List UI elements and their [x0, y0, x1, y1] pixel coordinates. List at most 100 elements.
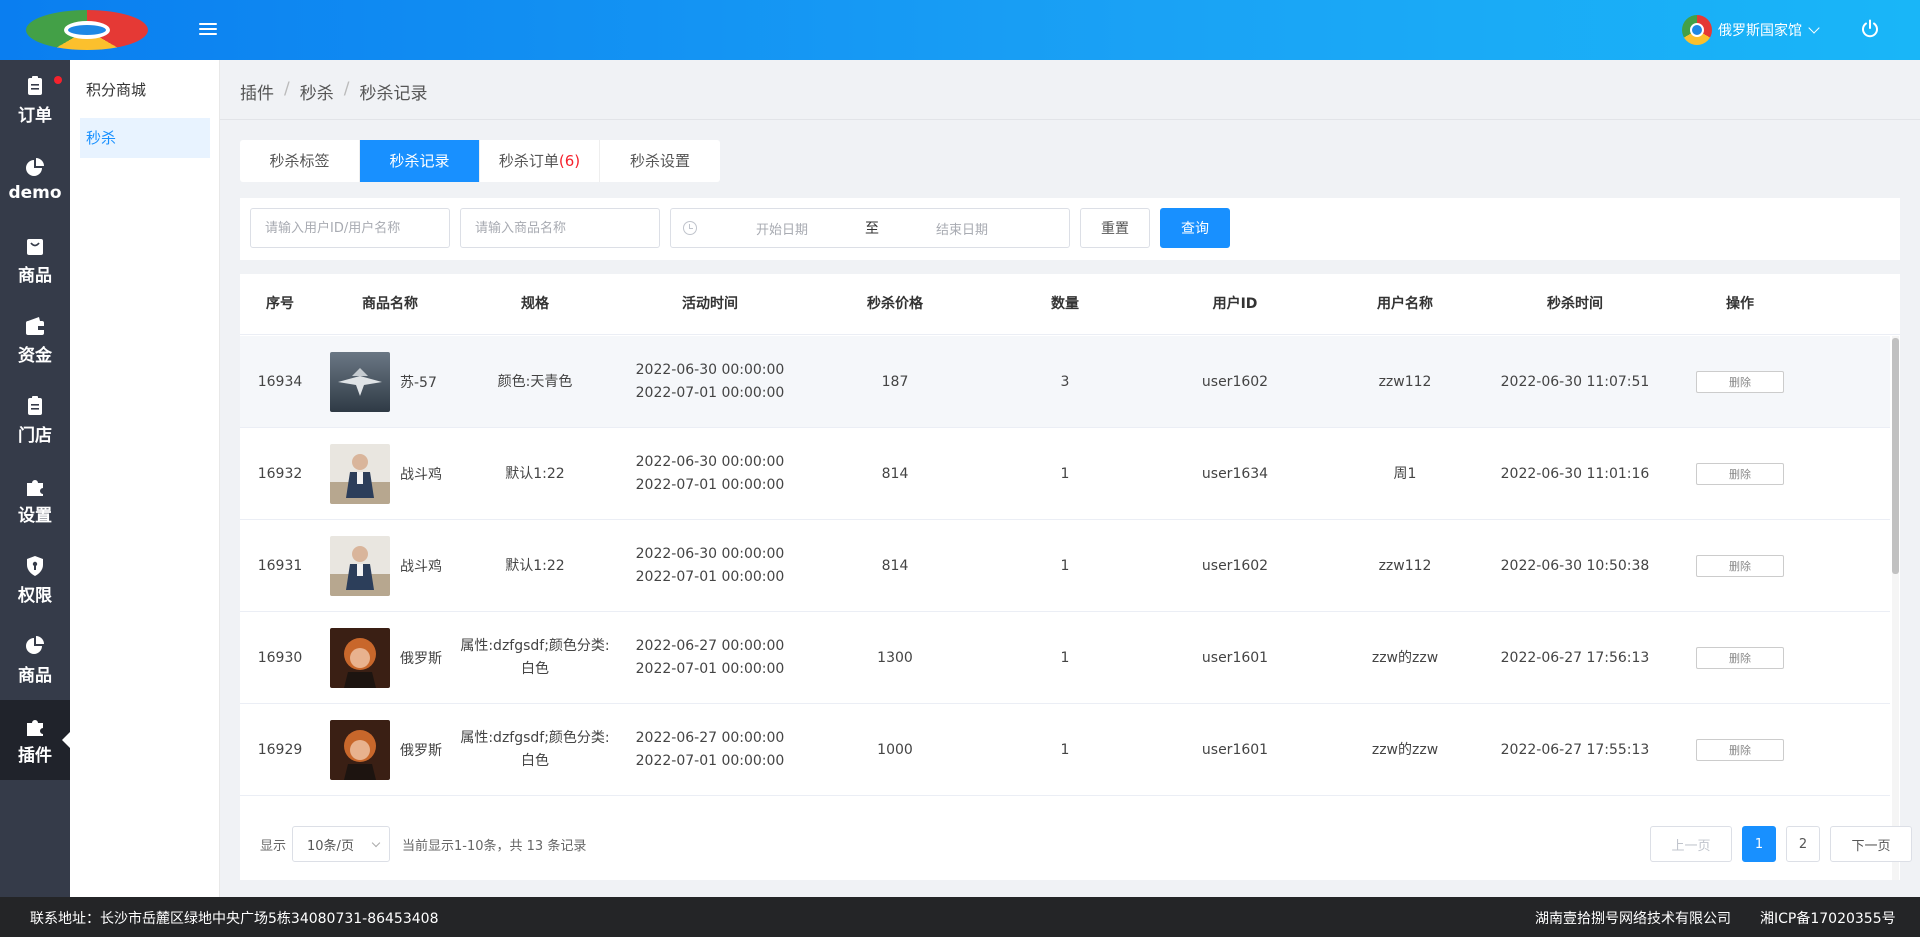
- nav-label: 资金: [18, 345, 52, 366]
- subnav-item-flash-sale[interactable]: 秒杀: [80, 118, 210, 158]
- user-menu[interactable]: 俄罗斯国家馆: [1682, 14, 1820, 46]
- tab-flash-orders[interactable]: 秒杀订单(6): [480, 140, 600, 182]
- delete-button[interactable]: 删除: [1696, 463, 1784, 485]
- subnav-item-points-mall[interactable]: 积分商城: [80, 70, 210, 110]
- product-thumbnail: [330, 352, 390, 412]
- date-range-separator: 至: [865, 221, 879, 237]
- query-button[interactable]: 查询: [1160, 208, 1230, 248]
- activity-start: 2022-06-27 00:00:00: [635, 638, 785, 654]
- clock-icon: [683, 221, 697, 235]
- row-user-name: zzw的zzw: [1371, 649, 1439, 666]
- row-activity-time: 2022-06-30 00:00:00 2022-07-01 00:00:00: [610, 428, 810, 520]
- nav-item-plugins[interactable]: 插件: [0, 700, 70, 780]
- column-header: 用户名称: [1377, 296, 1433, 312]
- table-header: 序号 商品名称 规格 活动时间 秒杀价格 数量 用户ID 用户名称 秒杀时间 操…: [240, 274, 1900, 335]
- user-name: 俄罗斯国家馆: [1718, 23, 1802, 39]
- table-row: 16930 俄罗斯 属性:dzfgsdf;颜色分类:白色 2022-06-27 …: [240, 612, 1890, 704]
- row-user-name: zzw112: [1378, 373, 1432, 390]
- tab-flash-labels[interactable]: 秒杀标签: [240, 140, 360, 182]
- row-price: 814: [881, 465, 909, 482]
- row-activity-time: 2022-06-30 00:00:00 2022-07-01 00:00:00: [610, 520, 810, 612]
- row-qty: 1: [1060, 557, 1070, 574]
- menu-toggle-icon[interactable]: [199, 20, 217, 40]
- nav-item-products-2[interactable]: 商品: [0, 620, 70, 700]
- pagination-info: 显示 10条/页 当前显示1-10条，共 13 条记录: [260, 826, 586, 862]
- tab-flash-records[interactable]: 秒杀记录: [360, 140, 480, 182]
- row-id: 16931: [257, 557, 303, 574]
- nav-label: 商品: [18, 265, 52, 286]
- row-price: 814: [881, 557, 909, 574]
- pie-chart-icon: [26, 158, 44, 176]
- nav-label: 设置: [18, 505, 52, 526]
- tab-flash-settings[interactable]: 秒杀设置: [600, 140, 720, 182]
- tab-label: 秒杀订单: [498, 152, 559, 170]
- chevron-down-icon: [371, 838, 381, 848]
- records-table: 序号 商品名称 规格 活动时间 秒杀价格 数量 用户ID 用户名称 秒杀时间 操…: [240, 274, 1900, 880]
- prev-page-button[interactable]: 上一页: [1650, 826, 1732, 862]
- row-activity-time: 2022-06-30 00:00:00 2022-07-01 00:00:00: [610, 336, 810, 428]
- product-thumbnail: [330, 720, 390, 780]
- next-page-button[interactable]: 下一页: [1830, 826, 1912, 862]
- row-qty: 1: [1060, 649, 1070, 666]
- row-activity-time: 2022-06-27 00:00:00 2022-07-01 00:00:00: [610, 704, 810, 796]
- nav-label: 订单: [18, 105, 52, 126]
- column-header: 商品名称: [362, 296, 418, 312]
- row-user-name: 周1: [1393, 465, 1417, 482]
- footer: 联系地址：长沙市岳麓区绿地中央广场5栋34080731-86453408 湖南壹…: [0, 897, 1920, 937]
- nav-item-settings[interactable]: 设置: [0, 460, 70, 540]
- breadcrumb: 插件 / 秒杀 / 秒杀记录: [240, 79, 427, 104]
- row-id: 16930: [257, 649, 303, 666]
- page-button-2[interactable]: 2: [1786, 826, 1820, 862]
- table-scrollbar-thumb[interactable]: [1892, 338, 1899, 574]
- product-search-input[interactable]: [460, 208, 660, 248]
- product-thumbnail: [330, 444, 390, 504]
- nav-label: 插件: [18, 745, 52, 766]
- activity-end: 2022-07-01 00:00:00: [635, 569, 785, 585]
- pagination-summary: 当前显示1-10条，共 13 条记录: [402, 838, 587, 854]
- product-name: 战斗鸡: [400, 467, 442, 483]
- user-search-input[interactable]: [250, 208, 450, 248]
- power-icon[interactable]: [1860, 19, 1880, 39]
- show-label: 显示: [260, 838, 287, 854]
- wallet-icon: [26, 316, 44, 335]
- nav-item-stores[interactable]: 门店: [0, 380, 70, 460]
- breadcrumb-item[interactable]: 秒杀: [300, 79, 334, 104]
- row-id: 16934: [257, 373, 303, 390]
- activity-start: 2022-06-30 00:00:00: [635, 362, 785, 378]
- row-spec: 默认1:22: [505, 557, 565, 574]
- row-spec: 属性:dzfgsdf;颜色分类:白色: [460, 638, 610, 677]
- breadcrumb-item[interactable]: 插件: [240, 79, 274, 104]
- footer-icp[interactable]: 湘ICP备17020355号: [1760, 908, 1896, 928]
- nav-item-funds[interactable]: 资金: [0, 300, 70, 380]
- end-date-input[interactable]: 结束日期: [887, 219, 1037, 238]
- divider: [220, 119, 1920, 120]
- delete-button[interactable]: 删除: [1696, 555, 1784, 577]
- nav-item-orders[interactable]: 订单: [0, 60, 70, 140]
- top-bar: 俄罗斯国家馆: [0, 0, 1920, 60]
- column-header: 操作: [1726, 296, 1754, 312]
- start-date-input[interactable]: 开始日期: [707, 219, 857, 238]
- page-size-select[interactable]: 10条/页: [292, 826, 391, 862]
- row-flash-time: 2022-06-30 10:50:38: [1500, 557, 1650, 574]
- nav-item-demo[interactable]: demo: [0, 140, 70, 220]
- reset-button[interactable]: 重置: [1080, 208, 1150, 248]
- column-header: 数量: [1051, 296, 1079, 312]
- row-actions: 删除: [1660, 520, 1820, 612]
- product-name: 苏-57: [400, 375, 437, 391]
- pie-chart-icon: [26, 635, 44, 654]
- date-range-picker[interactable]: 开始日期 至 结束日期: [670, 208, 1070, 248]
- activity-end: 2022-07-01 00:00:00: [635, 385, 785, 401]
- column-header: 秒杀时间: [1547, 296, 1603, 312]
- tab-bar: 秒杀标签 秒杀记录 秒杀订单(6) 秒杀设置: [240, 140, 720, 182]
- clipboard-icon: [28, 75, 42, 95]
- delete-button[interactable]: 删除: [1696, 739, 1784, 761]
- puzzle-icon: [27, 719, 43, 736]
- delete-button[interactable]: 删除: [1696, 371, 1784, 393]
- nav-item-permissions[interactable]: 权限: [0, 540, 70, 620]
- delete-button[interactable]: 删除: [1696, 647, 1784, 669]
- nav-label: 门店: [18, 425, 52, 446]
- row-id: 16929: [257, 741, 303, 758]
- page-button-1[interactable]: 1: [1742, 826, 1776, 862]
- filter-bar: 开始日期 至 结束日期 重置 查询: [240, 198, 1900, 260]
- nav-item-products[interactable]: 商品: [0, 220, 70, 300]
